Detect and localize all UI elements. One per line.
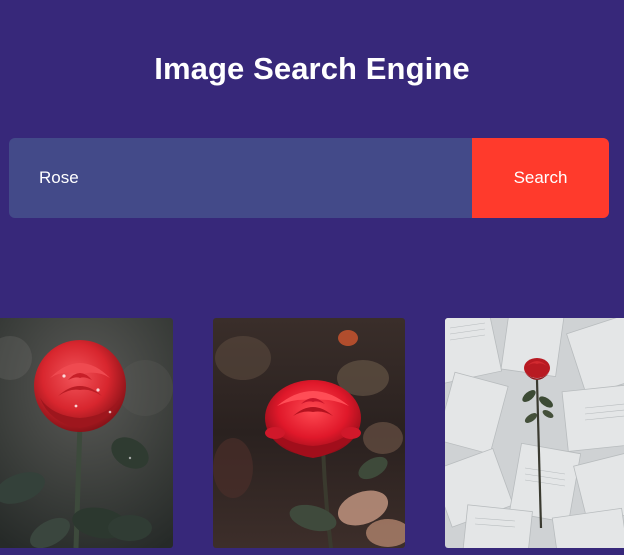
search-button[interactable]: Search <box>472 138 609 218</box>
result-image-rose-dewdrops[interactable] <box>0 318 173 548</box>
search-input[interactable] <box>9 138 472 218</box>
search-form: Search <box>9 138 609 218</box>
result-image-rose-dark-garden[interactable] <box>213 318 405 548</box>
rose-dewdrops-image <box>0 318 173 548</box>
rose-on-book-pages-image <box>445 318 624 548</box>
result-image-rose-on-book-pages[interactable] <box>445 318 624 548</box>
page-title: Image Search Engine <box>154 51 470 86</box>
image-results-grid <box>0 318 624 555</box>
rose-dark-garden-image <box>213 318 405 548</box>
image-search-page: Image Search Engine Search <box>0 0 624 555</box>
